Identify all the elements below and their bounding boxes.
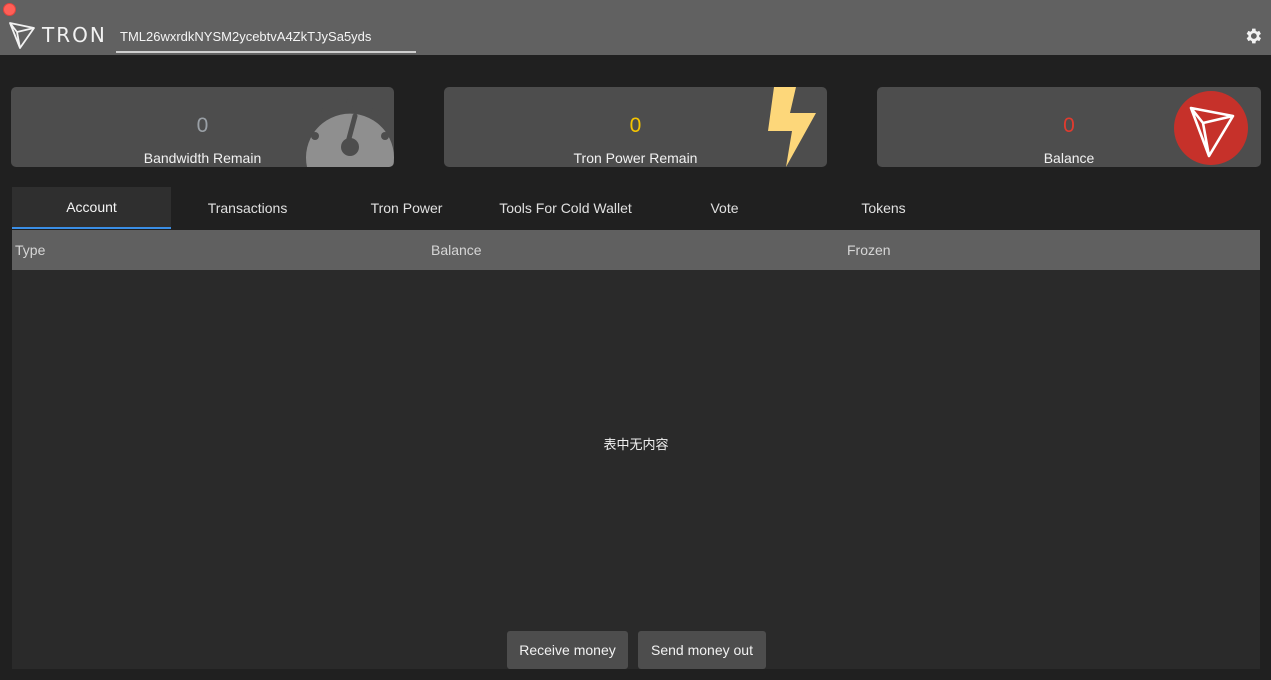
tab-tokens[interactable]: Tokens (804, 187, 963, 229)
address-input[interactable] (116, 22, 416, 53)
title-bar: TRON (0, 0, 1271, 55)
tab-account[interactable]: Account (12, 187, 171, 229)
balance-label: Balance (1043, 150, 1095, 166)
column-header-frozen[interactable]: Frozen (847, 230, 891, 270)
tab-tron-power[interactable]: Tron Power (327, 187, 486, 229)
tab-vote[interactable]: Vote (645, 187, 804, 229)
send-money-out-button[interactable]: Send money out (638, 631, 766, 669)
tron-power-label: Tron Power Remain (573, 150, 698, 166)
logo-text: TRON (42, 23, 107, 47)
tron-power-value: 0 (629, 114, 642, 137)
bandwidth-value: 0 (196, 114, 209, 137)
table-header: Type Balance Frozen (12, 230, 1260, 270)
column-header-balance[interactable]: Balance (431, 230, 482, 270)
tron-power-card: 0 Tron Power Remain (444, 87, 827, 167)
tab-tools-for-cold-wallet[interactable]: Tools For Cold Wallet (486, 187, 645, 229)
tron-logo-icon (9, 22, 35, 49)
account-table: Type Balance Frozen 表中无内容 (12, 230, 1260, 669)
balance-value: 0 (1063, 114, 1075, 137)
bandwidth-card: 0 Bandwidth Remain (11, 87, 394, 167)
tab-bar: Account Transactions Tron Power Tools Fo… (12, 187, 1262, 229)
empty-table-message: 表中无内容 (603, 438, 669, 453)
balance-card: 0 Balance (877, 87, 1261, 167)
column-header-type[interactable]: Type (15, 230, 45, 270)
tab-transactions[interactable]: Transactions (168, 187, 327, 229)
window-close-button[interactable] (3, 3, 16, 16)
gear-icon[interactable] (1243, 26, 1263, 46)
receive-money-button[interactable]: Receive money (507, 631, 628, 669)
bandwidth-label: Bandwidth Remain (143, 150, 262, 166)
app-logo: TRON (8, 20, 107, 50)
